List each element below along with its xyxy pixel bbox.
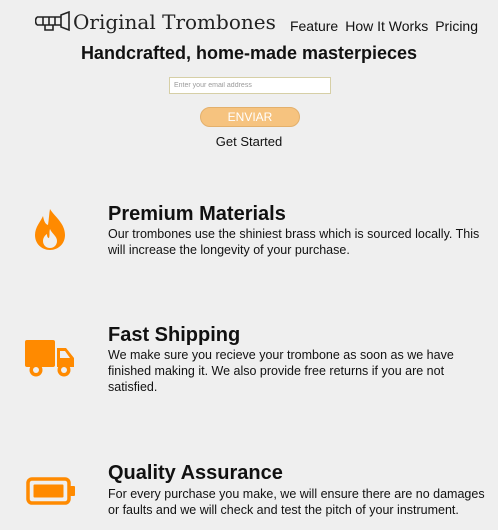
get-started-text: Get Started <box>215 134 283 149</box>
feature-text: For every purchase you make, we will ens… <box>108 487 485 517</box>
feature-title: Quality Assurance <box>108 462 283 484</box>
feature-title: Fast Shipping <box>108 324 241 346</box>
site-header: Original Trombones Feature How It Works … <box>0 0 498 40</box>
feature-title: Premium Materials <box>108 203 286 225</box>
battery-icon <box>26 477 76 510</box>
feature-text: Our trombones use the shiniest brass whi… <box>108 227 480 257</box>
logo-text: Original Trombones <box>73 10 276 34</box>
feature-text: We make sure you recieve your trombone a… <box>108 348 454 394</box>
nav-link-pricing[interactable]: Pricing <box>435 18 478 34</box>
nav-link-how-it-works[interactable]: How It Works <box>345 18 428 34</box>
fire-icon <box>34 209 66 256</box>
submit-button[interactable]: ENVIAR <box>200 107 300 127</box>
email-input[interactable] <box>169 77 331 94</box>
trombone-icon <box>34 10 71 33</box>
main-nav: Feature How It Works Pricing <box>290 18 478 34</box>
hero-title: Handcrafted, home-made masterpieces <box>80 43 418 63</box>
nav-link-feature[interactable]: Feature <box>290 18 338 34</box>
logo[interactable]: Original Trombones <box>34 9 276 35</box>
truck-icon <box>25 339 75 384</box>
